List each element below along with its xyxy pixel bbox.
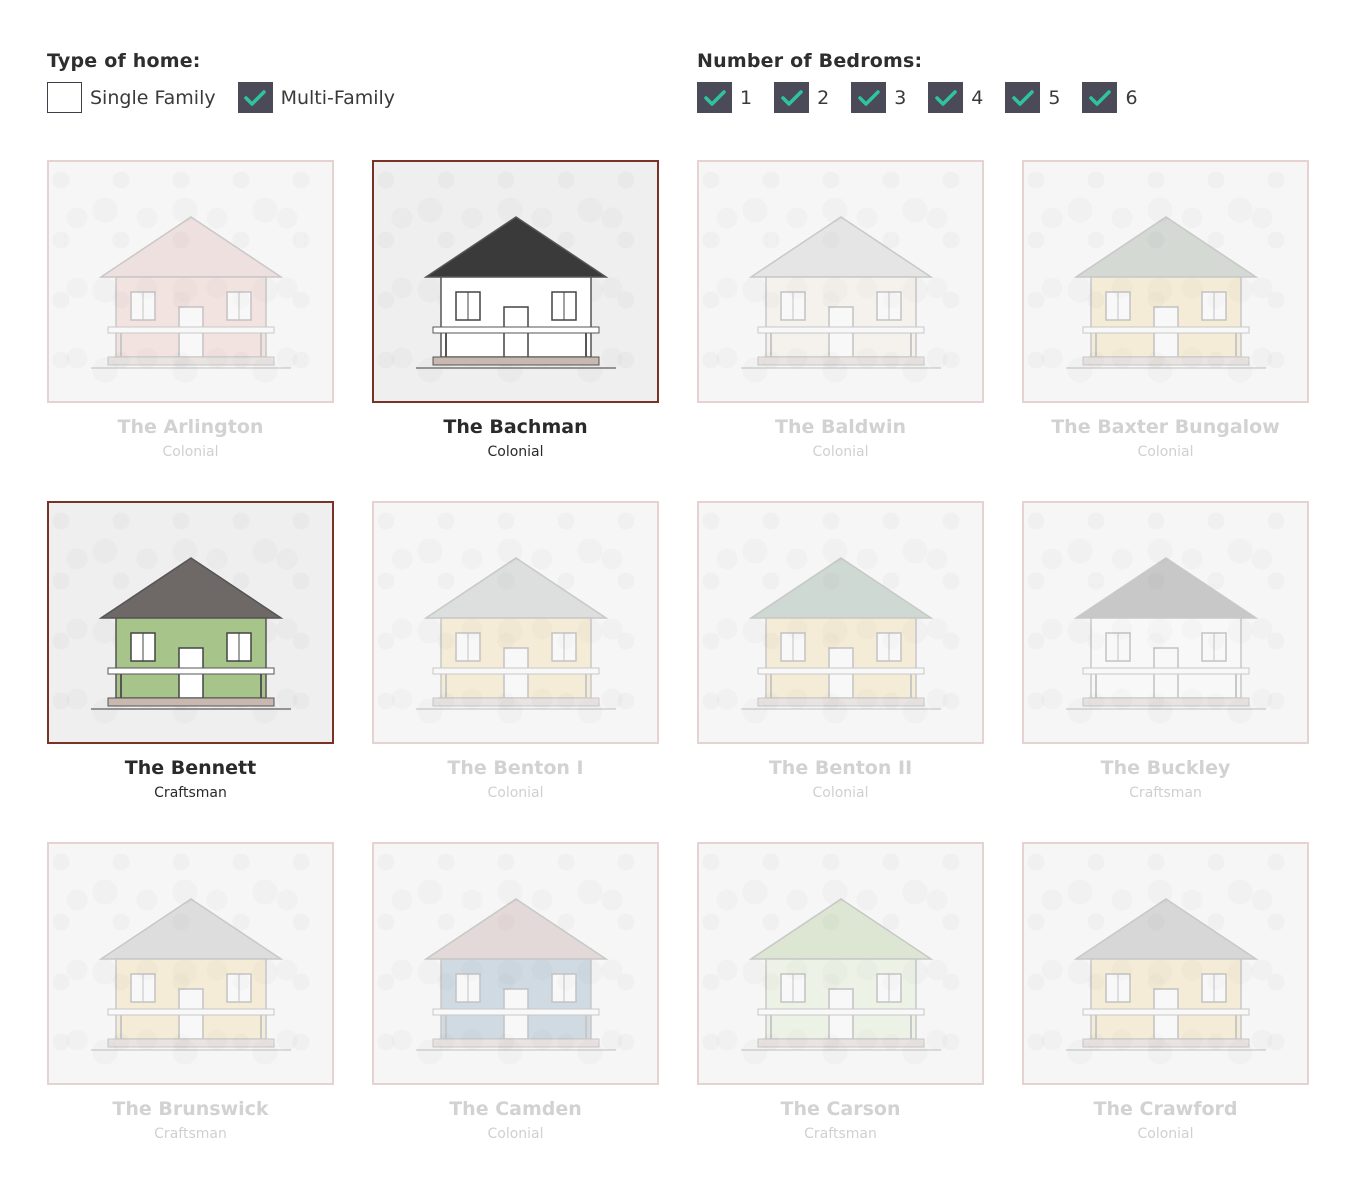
house-illustration [90, 556, 291, 710]
bedrooms-checkbox[interactable] [1082, 82, 1118, 113]
home-grid: The Arlington Colonial The Bachman Colonial… [47, 160, 1309, 1183]
home-type-options: Single Family Multi-Family [47, 82, 417, 113]
checkmark-icon [703, 89, 726, 106]
home-style: Colonial [162, 444, 219, 460]
home-name[interactable]: The Buckley [1022, 757, 1309, 779]
home-image[interactable] [697, 501, 984, 744]
home-style: Colonial [812, 785, 869, 801]
home-card[interactable]: The Arlington Colonial [47, 160, 334, 501]
home-image[interactable] [372, 842, 659, 1085]
option-bedrooms-3[interactable]: 3 [851, 82, 906, 113]
home-card[interactable]: The Crawford Colonial [1022, 842, 1309, 1183]
multi-family-label: Multi-Family [280, 86, 396, 109]
filters-bar: Type of home: Single Family Multi-Family… [47, 50, 1312, 120]
home-name[interactable]: The Brunswick [47, 1098, 334, 1120]
house-illustration [740, 897, 941, 1051]
bedrooms-label: 1 [740, 86, 753, 109]
house-illustration [415, 897, 616, 1051]
home-image[interactable] [1022, 842, 1309, 1085]
home-style: Colonial [1137, 444, 1194, 460]
checkmark-icon [1089, 89, 1111, 106]
home-type-filter: Type of home: Single Family Multi-Family [47, 50, 417, 113]
option-bedrooms-2[interactable]: 2 [774, 82, 829, 113]
home-style: Craftsman [804, 1126, 877, 1142]
home-style: Colonial [1137, 1126, 1194, 1142]
home-card[interactable]: The Camden Colonial [372, 842, 659, 1183]
home-style: Craftsman [154, 1126, 227, 1142]
bedrooms-checkbox[interactable] [928, 82, 964, 113]
home-image[interactable] [1022, 501, 1309, 744]
home-name[interactable]: The Arlington [47, 416, 334, 438]
checkmark-icon [857, 89, 880, 106]
checkmark-icon [244, 89, 266, 106]
home-style: Colonial [487, 785, 544, 801]
home-image[interactable] [47, 501, 334, 744]
home-image[interactable] [372, 160, 659, 403]
home-image[interactable] [47, 160, 334, 403]
home-type-title: Type of home: [47, 50, 201, 72]
home-style: Craftsman [1129, 785, 1202, 801]
single-family-label: Single Family [90, 86, 216, 109]
bedrooms-label: 2 [817, 86, 830, 109]
bedrooms-label: 5 [1048, 86, 1061, 109]
bedrooms-filter: Number of Bedroms: 1 2 3 4 5 6 [697, 50, 1160, 113]
home-card[interactable]: The Buckley Craftsman [1022, 501, 1309, 842]
option-single-family[interactable]: Single Family [47, 82, 216, 113]
home-card[interactable]: The Baxter Bungalow Colonial [1022, 160, 1309, 501]
home-card[interactable]: The Benton II Colonial [697, 501, 984, 842]
option-multi-family[interactable]: Multi-Family [237, 82, 396, 113]
home-card[interactable]: The Benton I Colonial [372, 501, 659, 842]
bedrooms-label: 3 [894, 86, 907, 109]
home-card[interactable]: The Brunswick Craftsman [47, 842, 334, 1183]
home-name[interactable]: The Benton II [697, 757, 984, 779]
home-style: Colonial [487, 1126, 544, 1142]
house-illustration [1065, 556, 1266, 710]
home-style: Craftsman [154, 785, 227, 801]
house-illustration [415, 215, 616, 369]
home-style: Colonial [812, 444, 869, 460]
checkmark-icon [935, 89, 957, 106]
bedroom-options: 1 2 3 4 5 6 [697, 82, 1160, 113]
bedrooms-checkbox[interactable] [697, 82, 732, 113]
home-name[interactable]: The Baldwin [697, 416, 984, 438]
home-name[interactable]: The Benton I [372, 757, 659, 779]
house-illustration [415, 556, 616, 710]
house-illustration [1065, 897, 1266, 1051]
home-style: Colonial [487, 444, 544, 460]
home-name[interactable]: The Crawford [1022, 1098, 1309, 1120]
house-illustration [740, 556, 941, 710]
home-name[interactable]: The Bachman [372, 416, 659, 438]
home-card[interactable]: The Bennett Craftsman [47, 501, 334, 842]
house-illustration [1065, 215, 1266, 369]
home-card[interactable]: The Carson Craftsman [697, 842, 984, 1183]
option-bedrooms-5[interactable]: 5 [1005, 82, 1060, 113]
option-bedrooms-4[interactable]: 4 [928, 82, 983, 113]
home-card[interactable]: The Bachman Colonial [372, 160, 659, 501]
option-bedrooms-6[interactable]: 6 [1082, 82, 1138, 113]
home-image[interactable] [47, 842, 334, 1085]
bedrooms-title: Number of Bedroms: [697, 50, 923, 72]
home-image[interactable] [697, 160, 984, 403]
house-illustration [740, 215, 941, 369]
bedrooms-checkbox[interactable] [1005, 82, 1041, 113]
home-image[interactable] [697, 842, 984, 1085]
house-illustration [90, 215, 291, 369]
house-illustration [90, 897, 291, 1051]
bedrooms-label: 6 [1125, 86, 1138, 109]
home-name[interactable]: The Baxter Bungalow [1022, 416, 1309, 438]
multi-family-checkbox[interactable] [237, 82, 273, 113]
option-bedrooms-1[interactable]: 1 [697, 82, 752, 113]
home-name[interactable]: The Camden [372, 1098, 659, 1120]
home-image[interactable] [372, 501, 659, 744]
home-card[interactable]: The Baldwin Colonial [697, 160, 984, 501]
home-name[interactable]: The Bennett [47, 757, 334, 779]
checkmark-icon [780, 89, 803, 106]
home-name[interactable]: The Carson [697, 1098, 984, 1120]
checkmark-icon [1012, 89, 1034, 106]
bedrooms-checkbox[interactable] [774, 82, 810, 113]
home-image[interactable] [1022, 160, 1309, 403]
single-family-checkbox[interactable] [47, 82, 82, 113]
bedrooms-label: 4 [971, 86, 984, 109]
bedrooms-checkbox[interactable] [851, 82, 887, 113]
